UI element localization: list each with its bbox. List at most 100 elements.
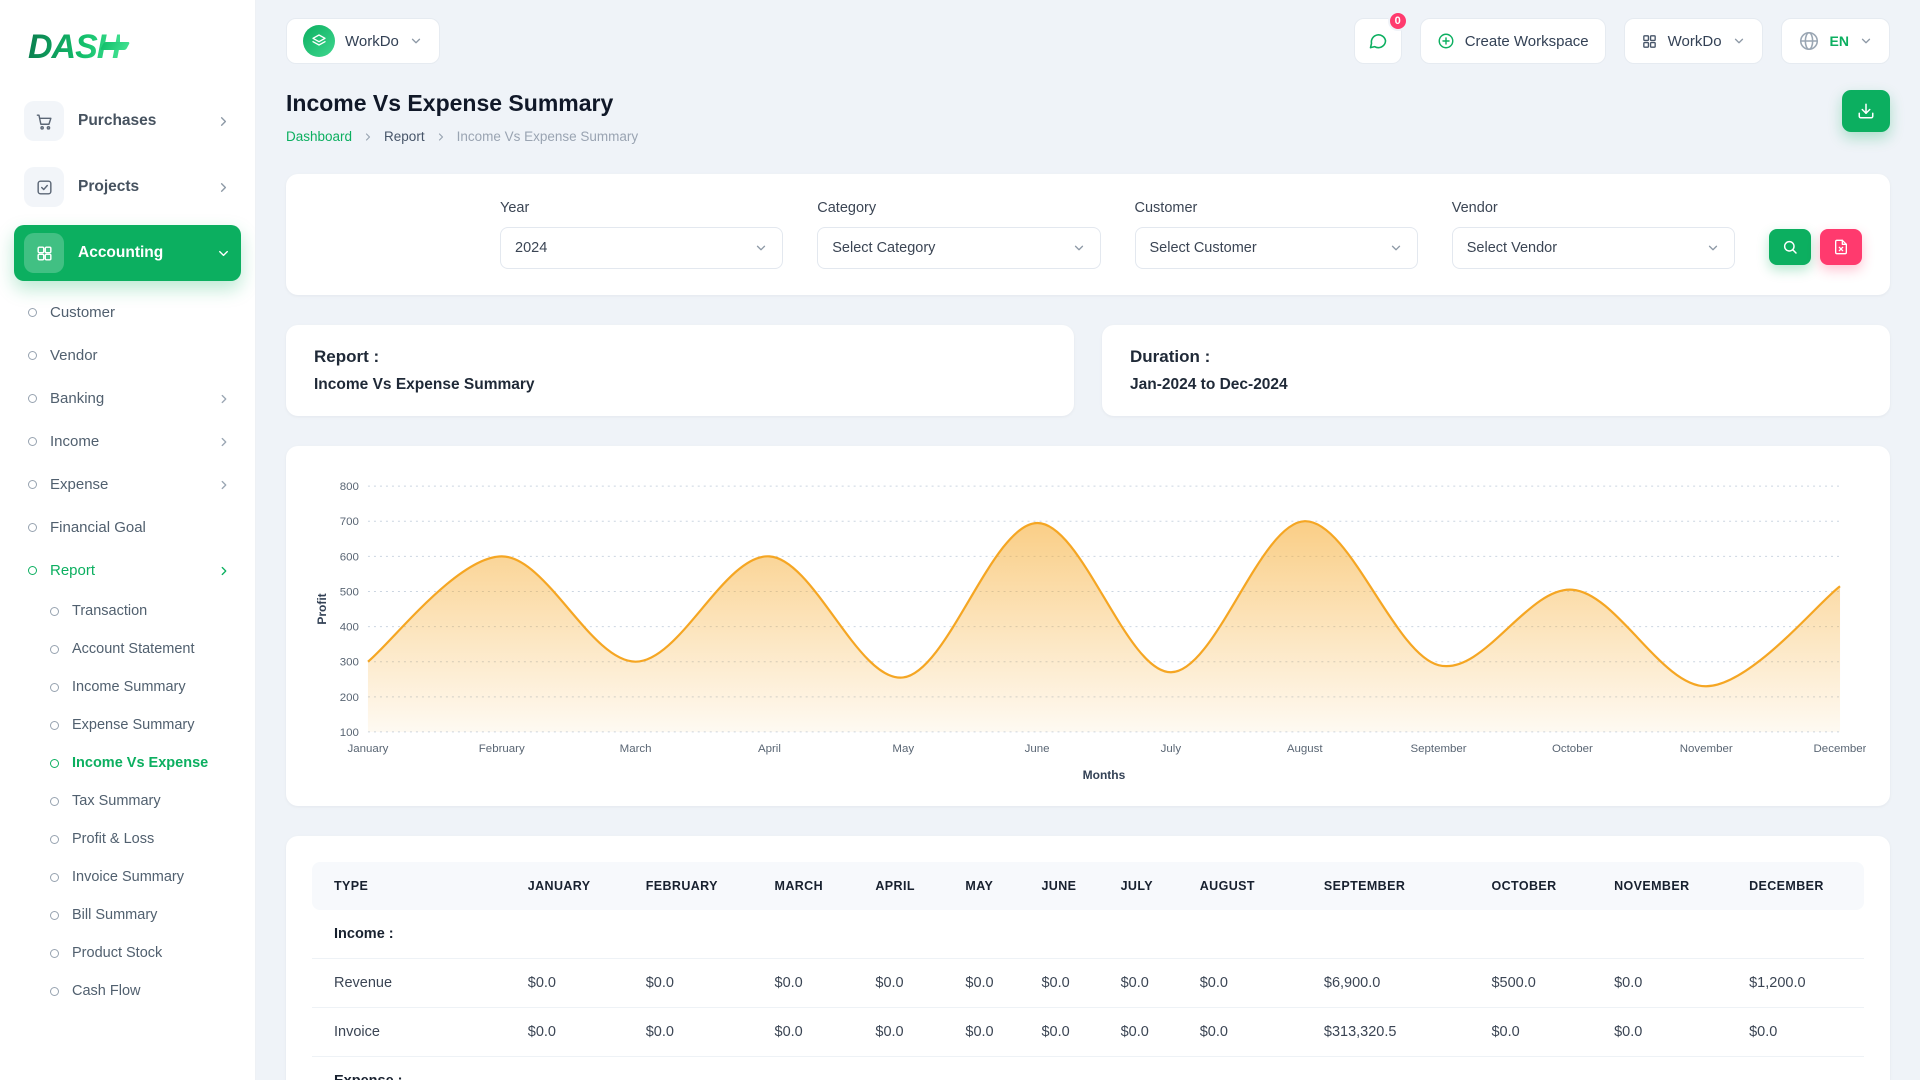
chevron-right-icon <box>435 131 447 143</box>
table-header-august: AUGUST <box>1186 862 1310 910</box>
customer-select[interactable]: Select Customer <box>1135 227 1418 269</box>
profit-area-chart: 100200300400500600700800JanuaryFebruaryM… <box>310 470 1866 786</box>
table-row-invoice: Invoice$0.0$0.0$0.0$0.0$0.0$0.0$0.0$0.0$… <box>312 1008 1864 1057</box>
sidebar-item-bill-summary[interactable]: Bill Summary <box>38 896 241 934</box>
apply-filter-button[interactable] <box>1769 229 1811 265</box>
chevron-right-icon <box>216 180 231 195</box>
x-tick-label: January <box>348 743 389 755</box>
x-tick-label: March <box>620 743 652 755</box>
sidebar-item-expense[interactable]: Expense <box>14 463 241 506</box>
sidebar-item-income-summary[interactable]: Income Summary <box>38 668 241 706</box>
cart-icon <box>24 101 64 141</box>
table-cell-value: $0.0 <box>1027 959 1106 1008</box>
x-tick-label: April <box>758 743 781 755</box>
sidebar-item-transaction[interactable]: Transaction <box>38 592 241 630</box>
table-cell-value: $0.0 <box>1600 959 1735 1008</box>
sidebar-item-expense-summary[interactable]: Expense Summary <box>38 706 241 744</box>
sidebar-item-label: Banking <box>50 390 104 407</box>
x-tick-label: June <box>1025 743 1050 755</box>
sidebar-item-vendor[interactable]: Vendor <box>14 334 241 377</box>
sidebar-item-tax-summary[interactable]: Tax Summary <box>38 782 241 820</box>
sidebar-item-profit-loss[interactable]: Profit & Loss <box>38 820 241 858</box>
language-selector[interactable]: EN <box>1781 18 1890 64</box>
x-tick-label: May <box>892 743 914 755</box>
messages-button[interactable]: 0 <box>1354 18 1402 64</box>
sidebar-item-cash-flow[interactable]: Cash Flow <box>38 972 241 1010</box>
sidebar-item-income[interactable]: Income <box>14 420 241 463</box>
sidebar-item-label: Vendor <box>50 347 98 364</box>
report-table-card: TYPEJANUARYFEBRUARYMARCHAPRILMAYJUNEJULY… <box>286 836 1890 1080</box>
year-select[interactable]: 2024 <box>500 227 783 269</box>
sidebar-item-financial-goal[interactable]: Financial Goal <box>14 506 241 549</box>
bullet-icon <box>50 759 59 768</box>
y-tick-label: 200 <box>340 692 359 704</box>
breadcrumb: Dashboard Report Income Vs Expense Summa… <box>286 129 638 144</box>
sidebar-item-accounting[interactable]: Accounting <box>14 225 241 281</box>
sidebar-item-label: Customer <box>50 304 115 321</box>
filter-card: Year 2024 Category Select Category <box>286 174 1890 295</box>
chevron-down-icon <box>1072 241 1086 255</box>
area-fill <box>368 521 1840 732</box>
sidebar-item-label: Report <box>50 562 95 579</box>
vendor-select-value: Select Vendor <box>1467 240 1557 256</box>
table-cell-value: $0.0 <box>1027 1008 1106 1057</box>
table-cell-value: $0.0 <box>1735 1008 1864 1057</box>
workspace-selector[interactable]: WorkDo <box>286 18 440 64</box>
table-header-december: DECEMBER <box>1735 862 1864 910</box>
sidebar-item-report[interactable]: Report <box>14 549 241 592</box>
breadcrumb-current: Income Vs Expense Summary <box>457 129 639 144</box>
topbar: WorkDo 0 Create Workspace <box>286 0 1890 76</box>
table-header-october: OCTOBER <box>1477 862 1600 910</box>
bullet-icon <box>50 797 59 806</box>
workspace-menu-button[interactable]: WorkDo <box>1624 18 1763 64</box>
sidebar-item-label: Income Vs Expense <box>72 755 208 771</box>
create-workspace-button[interactable]: Create Workspace <box>1420 18 1606 64</box>
sidebar-item-label: Purchases <box>78 112 156 130</box>
bullet-icon <box>28 523 37 532</box>
sidebar-item-invoice-summary[interactable]: Invoice Summary <box>38 858 241 896</box>
sidebar-accounting-menu: Customer Vendor Banking Income Expense <box>14 291 241 1010</box>
chevron-right-icon <box>217 435 231 449</box>
topbar-actions: 0 Create Workspace WorkDo <box>1354 18 1890 64</box>
table-header-june: JUNE <box>1027 862 1106 910</box>
download-button[interactable] <box>1842 90 1890 132</box>
sidebar-item-product-stock[interactable]: Product Stock <box>38 934 241 972</box>
sidebar-item-account-statement[interactable]: Account Statement <box>38 630 241 668</box>
customer-field: Customer Select Customer <box>1135 200 1418 269</box>
check-square-icon <box>24 167 64 207</box>
workspace-menu-label: WorkDo <box>1668 33 1722 50</box>
category-label: Category <box>817 200 1100 216</box>
breadcrumb-dashboard[interactable]: Dashboard <box>286 129 352 144</box>
chevron-down-icon <box>1389 241 1403 255</box>
sidebar-item-projects[interactable]: Projects <box>14 159 241 215</box>
category-select[interactable]: Select Category <box>817 227 1100 269</box>
page-header: Income Vs Expense Summary Dashboard Repo… <box>286 90 1890 144</box>
table-cell-value: $0.0 <box>1477 1008 1600 1057</box>
bullet-icon <box>28 480 37 489</box>
messages-badge: 0 <box>1388 11 1408 31</box>
table-header-july: JULY <box>1107 862 1186 910</box>
sidebar-item-label: Transaction <box>72 603 147 619</box>
sidebar-item-customer[interactable]: Customer <box>14 291 241 334</box>
sidebar-item-label: Invoice Summary <box>72 869 184 885</box>
create-workspace-label: Create Workspace <box>1465 33 1589 50</box>
bullet-icon <box>50 607 59 616</box>
bullet-icon <box>28 566 37 575</box>
report-summary-card: Report : Income Vs Expense Summary <box>286 325 1074 416</box>
chevron-down-icon <box>216 246 231 261</box>
sidebar-item-label: Expense <box>50 476 108 493</box>
sidebar-item-banking[interactable]: Banking <box>14 377 241 420</box>
table-section-row: Income : <box>312 910 1864 959</box>
table-cell-type: Invoice <box>312 1008 514 1057</box>
sidebar-item-purchases[interactable]: Purchases <box>14 93 241 149</box>
vendor-select[interactable]: Select Vendor <box>1452 227 1735 269</box>
sidebar-item-label: Cash Flow <box>72 983 141 999</box>
bullet-icon <box>50 987 59 996</box>
brand-logo[interactable]: DASH <box>14 20 241 93</box>
table-section-row: Expense : <box>312 1057 1864 1080</box>
reset-filter-button[interactable] <box>1820 229 1862 265</box>
y-tick-label: 400 <box>340 622 359 634</box>
table-cell-value: $0.0 <box>1107 959 1186 1008</box>
sidebar-item-income-vs-expense[interactable]: Income Vs Expense <box>38 744 241 782</box>
bullet-icon <box>50 873 59 882</box>
